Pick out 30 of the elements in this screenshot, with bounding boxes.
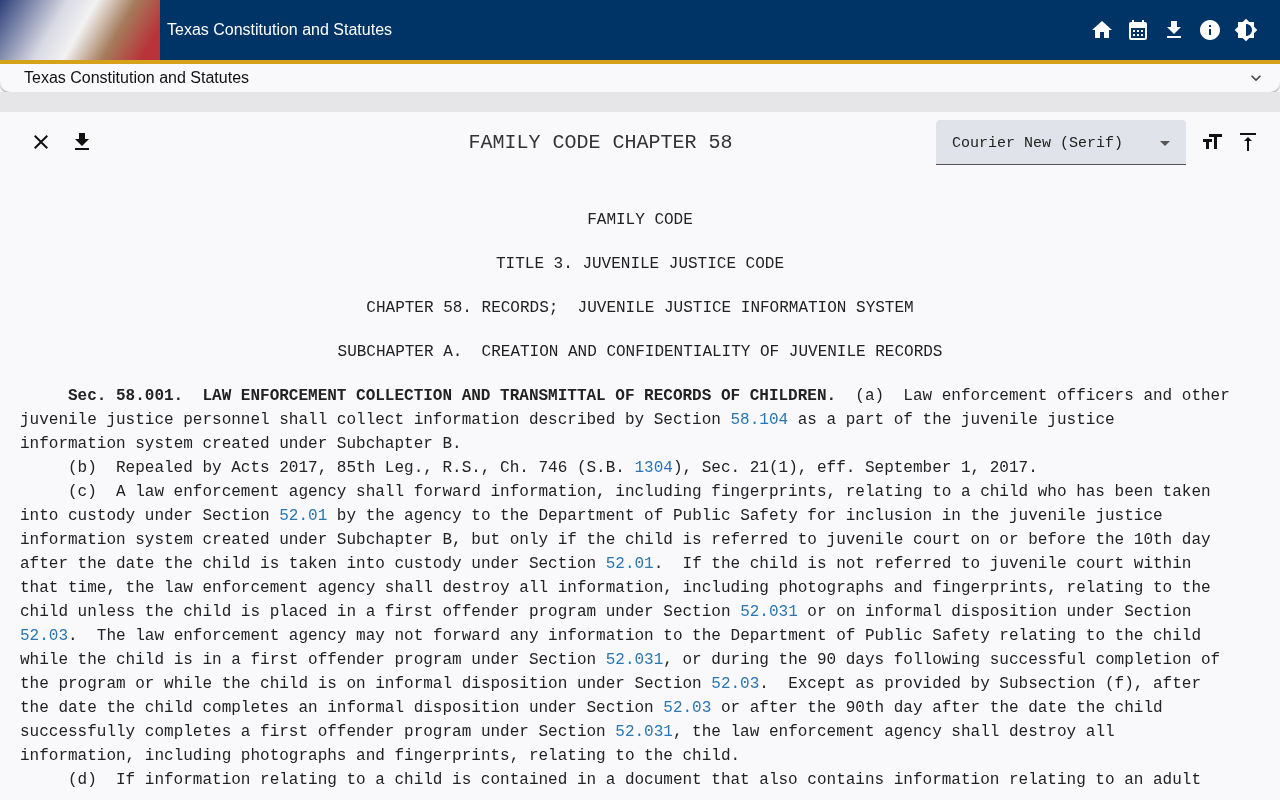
- dropdown-caret-icon: [1160, 141, 1170, 146]
- statute-paragraph: Sec. 58.001. LAW ENFORCEMENT COLLECTION AND TRANSMITTAL OF RECORDS OF CHILDREN. (a) Law enforcement officers and other juvenile justice personnel shall collect information described by Section 58.104 as a part of the juvenile justice information system created under Subchapter B.: [20, 386, 1231, 455]
- section-link[interactable]: 52.031: [605, 651, 664, 669]
- brightness-icon: [1234, 18, 1258, 42]
- section-link[interactable]: 52.03: [20, 627, 68, 645]
- app-title: Texas Constitution and Statutes: [167, 21, 394, 39]
- section-link[interactable]: 1304: [634, 459, 673, 477]
- section-link[interactable]: 58.104: [730, 411, 789, 429]
- font-select[interactable]: Courier New (Serif): [936, 119, 1186, 165]
- section-link[interactable]: 52.03: [711, 675, 760, 693]
- breadcrumb-panel[interactable]: Texas Constitution and Statutes: [0, 64, 1280, 92]
- info-button[interactable]: [1198, 18, 1222, 42]
- calendar-button[interactable]: [1126, 18, 1150, 42]
- statute-paragraph: (c) A law enforcement agency shall forward information, including fingerprints, relating to a child who has been taken into custody under Section 52.01 by the agency to the Department of Public Safety for inclusion in the juvenile justice information system created under Subchapter B, but only if the child is referred to juvenile court on or before the 10th day after the date the child is taken into custody under Section 52.01. If the child is not referred to juvenile court within that time, the law enforcement agency shall destroy all information, including photographs and fingerprints, relating to the child unless the child is placed in a first offender program under Section 52.031 or on informal disposition under Section 52.03. The law enforcement agency may not forward any information to the Department of Public Safety relating to the child while the child is in a first offender program under Section 52.031, or during the 90 days following successful completion of the program or while the child is on informal disposition under Section 52.03. Except as provided by Subsection (f), after the date the child completes an informal disposition under Section 52.03 or after the 90th day after the date the child successfully completes a first offender program under Section 52.031, the law enforcement agency shall destroy all information, including photographs and fingerprints, relating to the child.: [20, 482, 1222, 767]
- document-heading: SUBCHAPTER A. CREATION AND CONFIDENTIALITY OF JUVENILE RECORDS: [336, 342, 944, 363]
- section-link[interactable]: 52.01: [279, 507, 328, 525]
- calendar-icon: [1126, 18, 1150, 42]
- document-heading: CHAPTER 58. RECORDS; JUVENILE JUSTICE INFORMATION SYSTEM: [365, 298, 915, 319]
- section-link[interactable]: 52.01: [605, 555, 654, 573]
- document-heading: TITLE 3. JUVENILE JUSTICE CODE: [494, 254, 785, 275]
- panel-title: Texas Constitution and Statutes: [24, 68, 251, 88]
- statute-paragraph: (b) Repealed by Acts 2017, 85th Leg., R.S., Ch. 746 (S.B. 1304), Sec. 21(1), eff. September 1, 2017.: [67, 458, 1039, 479]
- brightness-button[interactable]: [1234, 18, 1258, 42]
- document-title: FAMILY CODE CHAPTER 58: [467, 130, 734, 154]
- section-link[interactable]: 52.03: [663, 699, 712, 717]
- document-heading: FAMILY CODE: [586, 210, 694, 231]
- info-icon: [1198, 18, 1222, 42]
- section-link[interactable]: 52.031: [740, 603, 798, 621]
- section-link[interactable]: 52.031: [615, 723, 673, 741]
- statute-paragraph: (d) If information relating to a child is contained in a document that also contains information relating to an adult: [67, 770, 1202, 791]
